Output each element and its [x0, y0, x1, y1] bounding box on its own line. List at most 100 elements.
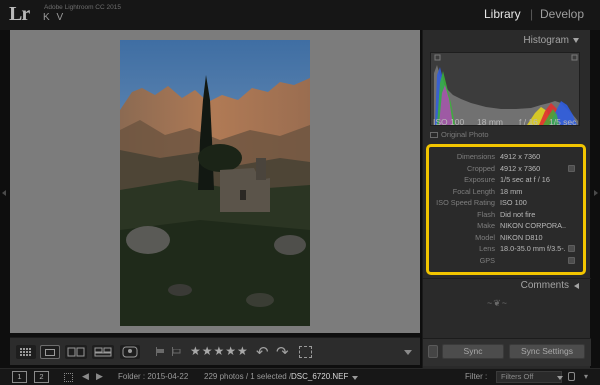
histogram-iso: ISO 100 — [433, 117, 465, 127]
histogram[interactable] — [430, 52, 580, 126]
toolbar: ★★★★★ ↶ ↷ — [10, 337, 420, 365]
shadow-clipping-indicator[interactable] — [434, 54, 441, 61]
metadata-label: Focal Length — [452, 186, 495, 196]
flag-reject-icon[interactable] — [172, 347, 181, 356]
file-chevron-down-icon[interactable] — [352, 376, 358, 380]
survey-icon — [94, 347, 112, 357]
histogram-info: ISO 100 18 mm f / 16 1/5 sec — [433, 117, 581, 127]
people-icon — [122, 346, 138, 358]
survey-view-button[interactable] — [92, 345, 114, 359]
rotate-right-icon[interactable]: ↷ — [276, 343, 289, 361]
metadata-label: Make — [477, 221, 495, 230]
filter-label: Filter : — [465, 372, 488, 381]
metadata-row-flash: Flash Did not fire — [429, 210, 583, 221]
right-panel: Histogram ISO 100 18 mm f / 16 1/5 sec O… — [422, 30, 591, 368]
auto-sync-toggle[interactable] — [428, 345, 438, 358]
sync-settings-button[interactable]: Sync Settings — [509, 344, 585, 359]
highlight-clipping-indicator[interactable] — [571, 54, 578, 61]
metadata-row-lens: Lens 18.0-35.0 mm f/3.5-... — [429, 244, 583, 255]
lightroom-logo: Lr — [9, 3, 30, 25]
filmstrip-toggle-icon[interactable]: ▾ — [584, 372, 588, 381]
metadata-row-focal-length: Focal Length 18 mm — [429, 187, 583, 198]
metadata-value: NIKON D810 — [500, 232, 543, 242]
metadata-value: 1/5 sec at f / 16 — [500, 175, 550, 184]
metadata-value: 18.0-35.0 mm f/3.5-... — [500, 244, 566, 253]
lock-icon[interactable] — [568, 372, 575, 381]
metadata-row-dimensions: Dimensions 4912 x 7360 — [429, 152, 583, 163]
selected-filename[interactable]: DSC_6720.NEF — [291, 372, 348, 381]
forward-arrow-icon[interactable]: ▶ — [96, 371, 103, 382]
crop-action-button[interactable] — [568, 164, 575, 172]
rotate-left-icon[interactable]: ↶ — [256, 343, 269, 361]
metadata-row-gps: GPS — [429, 256, 583, 267]
metadata-value: ISO 100 — [500, 198, 527, 207]
toolbar-menu-chevron-down-icon[interactable] — [404, 350, 412, 355]
reject-flag-icon — [172, 348, 181, 354]
module-develop[interactable]: Develop — [540, 7, 584, 21]
right-panel-toggle-icon[interactable] — [594, 190, 598, 196]
compare-icon — [67, 347, 85, 357]
metadata-value: 4912 x 7360 — [500, 163, 541, 173]
module-library[interactable]: Library — [484, 7, 521, 21]
histogram-focal-length: 18 mm — [477, 117, 503, 127]
module-separator: | — [530, 7, 534, 21]
metadata-panel: Dimensions 4912 x 7360 Cropped 4912 x 73… — [426, 144, 586, 275]
original-photo-indicator: Original Photo — [430, 130, 489, 139]
comments-title: Comments — [520, 280, 569, 291]
gps-map-button[interactable] — [568, 256, 575, 264]
comments-expand-icon[interactable] — [574, 283, 579, 289]
compare-view-button[interactable] — [65, 345, 87, 359]
grid-icon — [20, 348, 31, 356]
metadata-label: Exposure — [464, 175, 495, 184]
back-arrow-icon[interactable]: ◀ — [82, 371, 89, 382]
metadata-value: 18 mm — [500, 186, 523, 196]
metadata-label: Model — [475, 232, 495, 242]
sync-button[interactable]: Sync — [442, 344, 504, 359]
primary-window-button[interactable]: 1 — [12, 371, 27, 383]
metadata-row-iso: ISO Speed Rating ISO 100 — [429, 198, 583, 209]
photo-icon — [430, 132, 438, 138]
histogram-header[interactable]: Histogram — [423, 32, 591, 47]
histogram-title: Histogram — [523, 35, 569, 46]
flag-pick-icon[interactable] — [156, 347, 164, 356]
lens-filter-button[interactable] — [568, 245, 575, 252]
metadata-row-model: Model NIKON D810 — [429, 233, 583, 244]
histogram-collapse-icon[interactable] — [573, 38, 579, 43]
star-rating[interactable]: ★★★★★ — [190, 344, 249, 358]
histogram-graph — [434, 54, 578, 125]
loupe-view-button[interactable] — [40, 345, 60, 359]
people-view-button[interactable] — [120, 345, 140, 359]
left-panel-toggle-icon[interactable] — [2, 190, 6, 196]
app-title: Adobe Lightroom CC 2015 — [44, 4, 121, 11]
histogram-aperture: f / 16 — [519, 117, 538, 127]
grid-icon[interactable] — [64, 373, 73, 382]
metadata-label: Flash — [477, 209, 495, 219]
histogram-shutter: 1/5 sec — [549, 117, 577, 127]
metadata-row-cropped: Cropped 4912 x 7360 — [429, 164, 583, 175]
comments-header[interactable]: Comments — [423, 278, 591, 292]
filter-select[interactable]: Filters Off — [496, 371, 562, 383]
metadata-label: GPS — [479, 255, 495, 265]
identity-plate[interactable]: K V — [43, 12, 65, 23]
grid-view-button[interactable] — [16, 345, 36, 359]
sync-bar: Sync Sync Settings — [423, 338, 591, 366]
panel-end-ornament: ~❦~ — [487, 298, 509, 308]
filmstrip-bar: 1 2 ◀ ▶ Folder : 2015-04-22 229 photos /… — [0, 368, 600, 385]
photo-preview[interactable] — [120, 40, 310, 326]
secondary-window-button[interactable]: 2 — [34, 371, 49, 383]
metadata-label: Lens — [479, 244, 495, 253]
selection-info: 229 photos / 1 selected / — [204, 372, 292, 381]
metadata-row-exposure: Exposure 1/5 sec at f / 16 — [429, 175, 583, 186]
metadata-row-make: Make NIKON CORPORA... — [429, 221, 583, 232]
metadata-value: 4912 x 7360 — [500, 152, 541, 161]
metadata-value: NIKON CORPORA... — [500, 221, 566, 230]
flag-icon — [157, 349, 164, 353]
crop-icon[interactable] — [299, 346, 312, 358]
metadata-label: ISO Speed Rating — [436, 198, 495, 207]
filter-chevron-down-icon[interactable] — [557, 376, 563, 380]
metadata-value: Did not fire — [500, 209, 536, 219]
metadata-label: Cropped — [467, 163, 495, 173]
folder-path[interactable]: Folder : 2015-04-22 — [118, 372, 188, 381]
top-bar: Lr Adobe Lightroom CC 2015 K V Library |… — [0, 0, 600, 30]
loupe-view — [10, 30, 420, 333]
